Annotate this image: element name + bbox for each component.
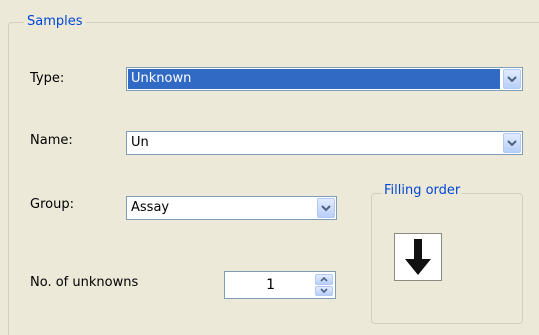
name-dropdown-button[interactable] — [503, 133, 521, 153]
unknowns-label: No. of unknowns — [30, 275, 139, 290]
type-label: Type: — [30, 71, 65, 86]
filling-order-title: Filling order — [382, 182, 463, 200]
chevron-up-icon — [320, 276, 328, 282]
arrow-down-icon — [405, 239, 431, 275]
group-combobox[interactable]: Assay — [126, 196, 337, 220]
name-label: Name: — [30, 133, 73, 148]
unknowns-value: 1 — [266, 277, 275, 293]
group-dropdown-button[interactable] — [317, 198, 335, 218]
unknowns-spinbox[interactable]: 1 — [224, 271, 336, 299]
spin-down-button[interactable] — [315, 285, 333, 296]
type-combobox[interactable]: Unknown — [126, 67, 523, 91]
chevron-down-icon — [320, 288, 328, 294]
samples-group-title: Samples — [24, 13, 86, 31]
group-label: Group: — [30, 197, 74, 212]
name-value: Un — [131, 135, 149, 150]
chevron-down-icon — [507, 76, 517, 83]
unknowns-spin-buttons — [315, 274, 333, 296]
group-value: Assay — [131, 200, 170, 215]
name-combobox[interactable]: Un — [126, 131, 523, 155]
type-dropdown-button[interactable] — [503, 69, 521, 89]
spin-up-button[interactable] — [315, 274, 333, 285]
chevron-down-icon — [321, 205, 331, 212]
chevron-down-icon — [507, 140, 517, 147]
filling-order-button[interactable] — [394, 233, 442, 281]
type-value: Unknown — [131, 71, 192, 86]
